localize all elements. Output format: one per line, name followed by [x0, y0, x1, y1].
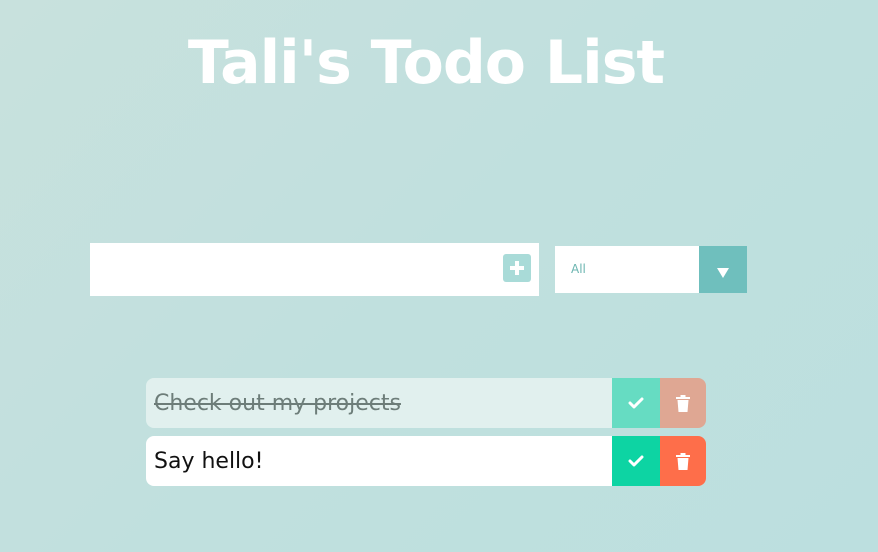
triangle-down-icon — [717, 267, 729, 278]
filter-select[interactable]: All — [555, 246, 747, 293]
complete-button[interactable] — [612, 378, 660, 428]
todo-text: Say hello! — [146, 436, 612, 486]
todo-input[interactable] — [90, 243, 490, 296]
todo-list: Check out my projects Say hello! — [146, 378, 706, 494]
delete-button[interactable] — [660, 378, 706, 428]
filter-selected-value: All — [571, 262, 586, 276]
todo-item: Say hello! — [146, 436, 706, 486]
complete-button[interactable] — [612, 436, 660, 486]
filter-dropdown-button[interactable] — [699, 246, 747, 293]
todo-text: Check out my projects — [146, 378, 612, 428]
page-title: Tali's Todo List — [187, 28, 665, 98]
trash-icon — [676, 452, 690, 470]
check-icon — [628, 455, 644, 467]
plus-icon — [510, 261, 524, 275]
delete-button[interactable] — [660, 436, 706, 486]
todo-item: Check out my projects — [146, 378, 706, 428]
check-icon — [628, 397, 644, 409]
todo-form — [90, 243, 539, 296]
trash-icon — [676, 394, 690, 412]
add-todo-button[interactable] — [503, 254, 531, 282]
